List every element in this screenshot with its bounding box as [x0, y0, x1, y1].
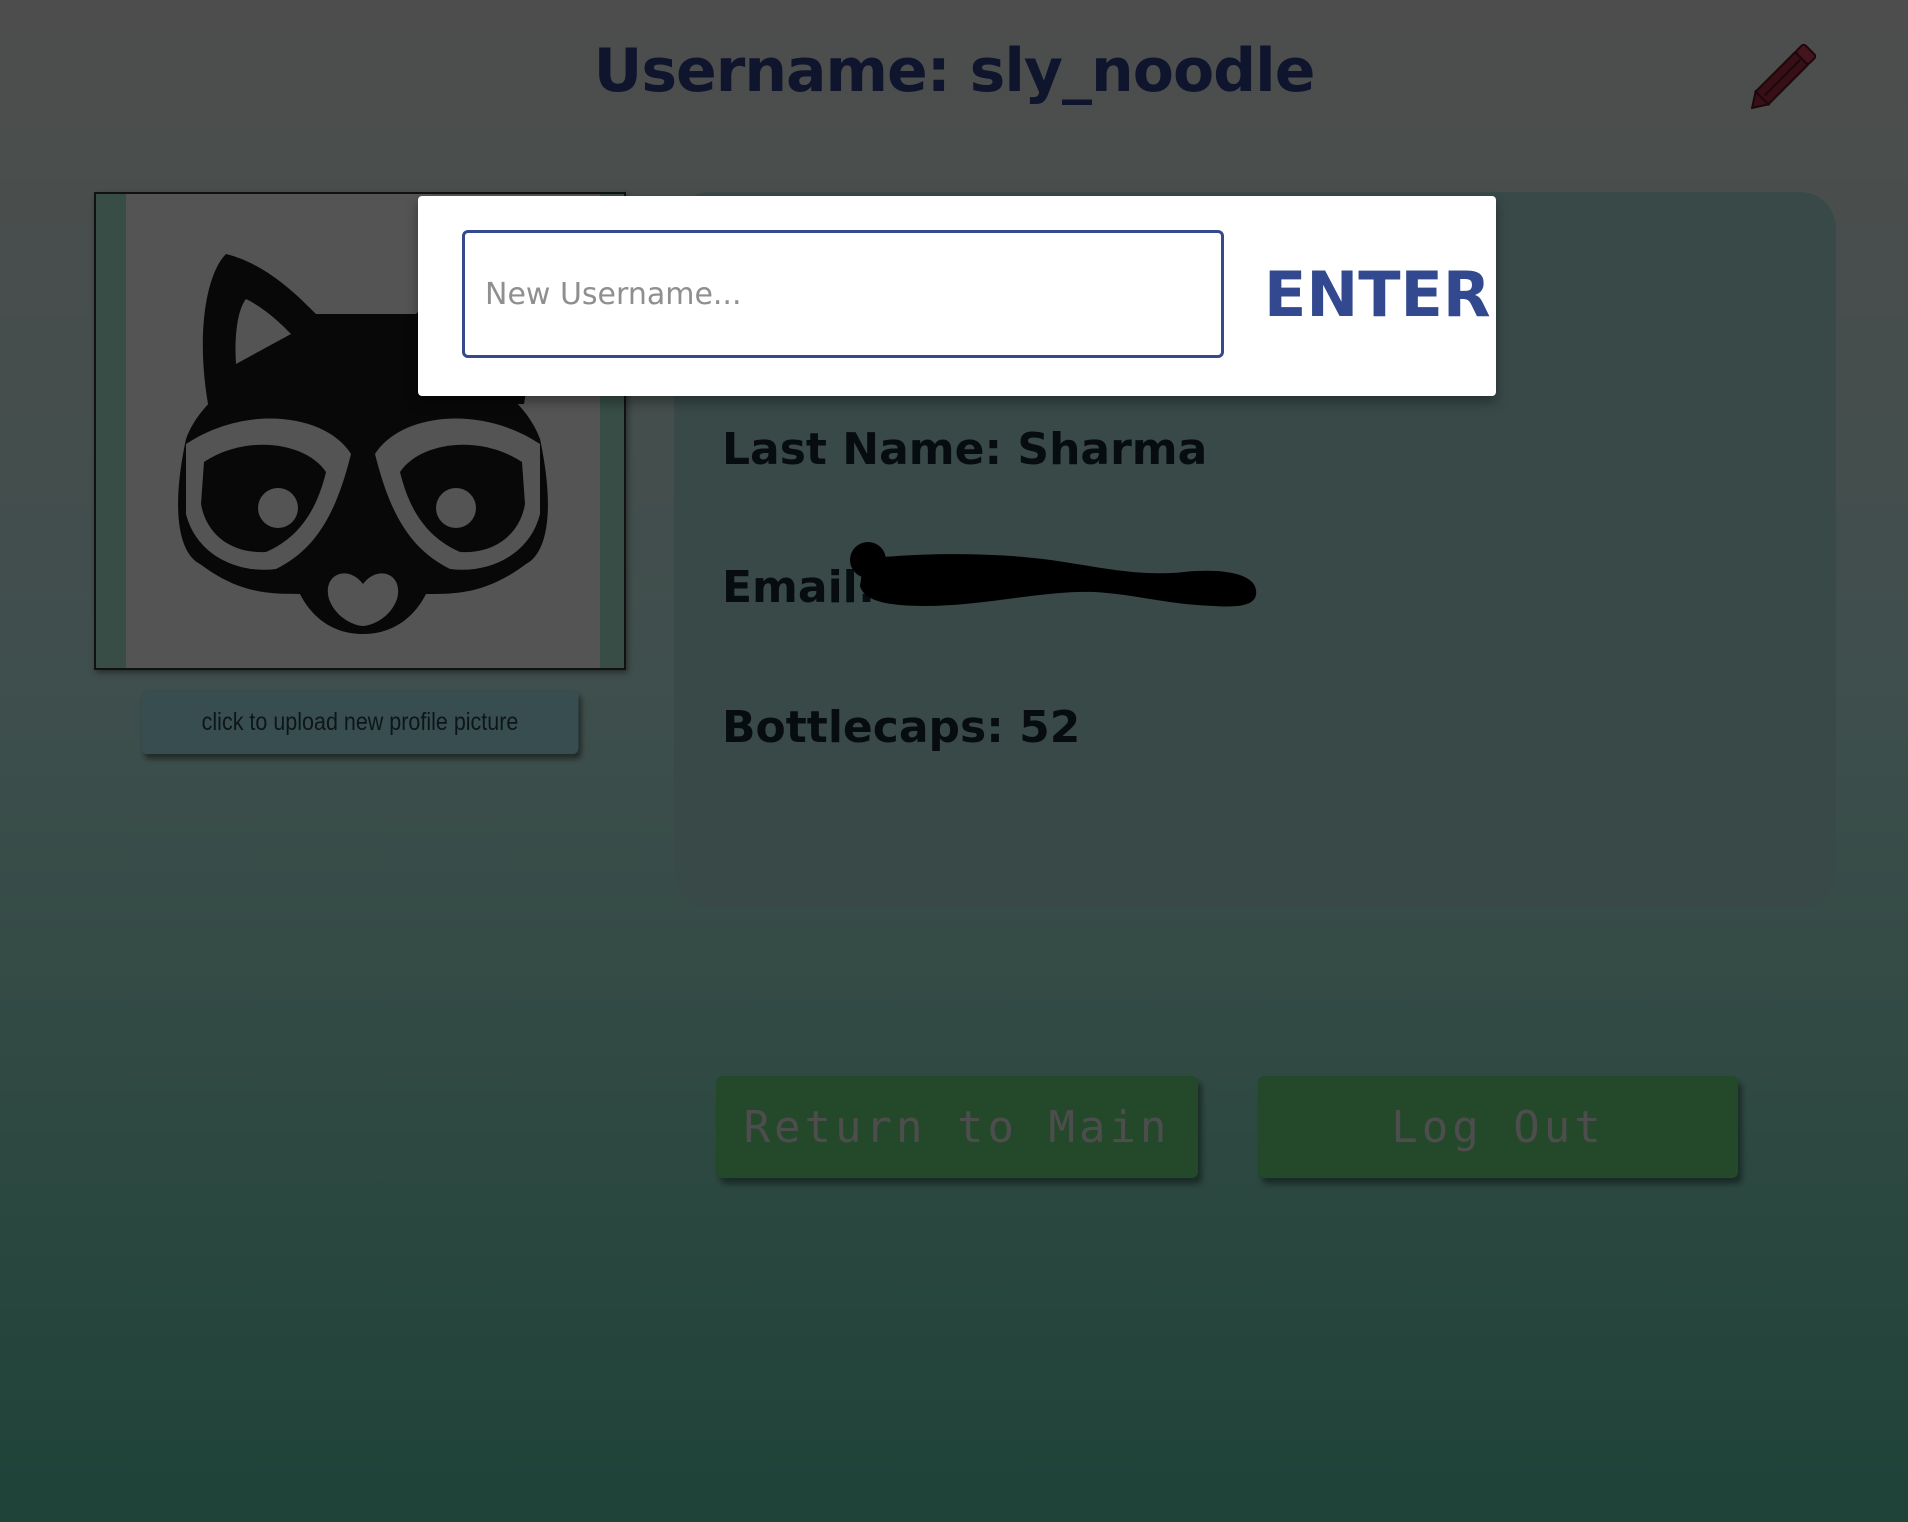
enter-button[interactable]: ENTER	[1250, 246, 1505, 342]
change-username-dialog: ENTER	[418, 196, 1496, 396]
new-username-input[interactable]	[462, 230, 1224, 358]
